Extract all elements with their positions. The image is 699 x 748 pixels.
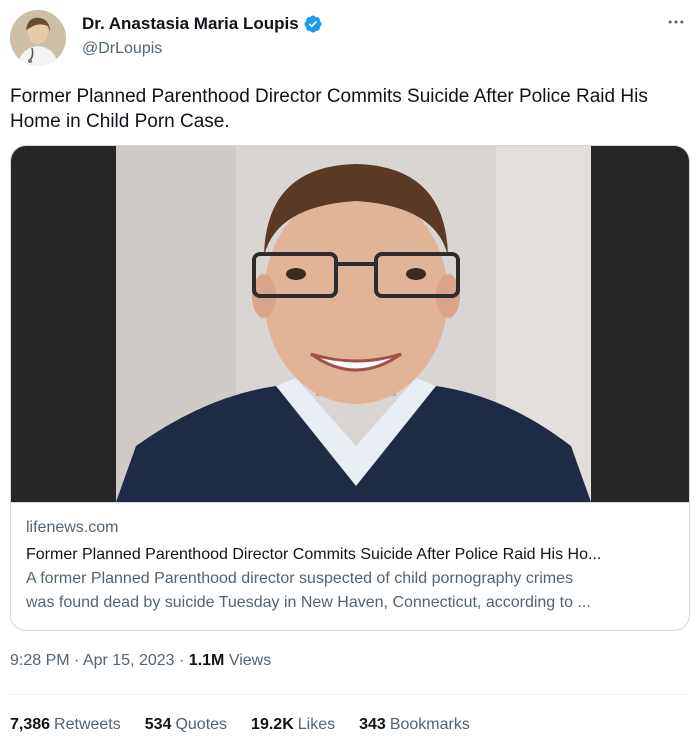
retweets-stat[interactable]: 7,386 Retweets	[10, 716, 121, 734]
likes-label: Likes	[297, 716, 336, 733]
views-label: Views	[228, 652, 272, 669]
views-count: 1.1M	[188, 652, 225, 669]
quotes-label: Quotes	[175, 716, 228, 733]
tweet-time[interactable]: 9:28 PM	[10, 652, 70, 669]
quotes-count: 534	[144, 716, 172, 733]
retweets-count: 7,386	[10, 716, 51, 733]
likes-stat[interactable]: 19.2K Likes	[251, 716, 335, 734]
quotes-stat[interactable]: 534 Quotes	[145, 716, 227, 734]
bookmarks-stat[interactable]: 343 Bookmarks	[359, 716, 470, 734]
handle[interactable]: @DrLoupis	[82, 40, 323, 58]
card-title: Former Planned Parenthood Director Commi…	[26, 546, 602, 563]
likes-count: 19.2K	[251, 716, 294, 733]
card-description: A former Planned Parenthood director sus…	[26, 567, 676, 615]
more-horizontal-icon[interactable]	[664, 10, 688, 34]
meta-separator: ·	[74, 652, 80, 669]
tweet-header: Dr. Anastasia Maria Loupis @DrLoupis	[10, 10, 690, 66]
tweet-stats: 7,386 Retweets 534 Quotes 19.2K Likes 343 Bo…	[10, 716, 494, 734]
card-photo	[116, 146, 591, 502]
verified-badge-icon	[303, 14, 323, 34]
tweet-date[interactable]: Apr 15, 2023	[83, 652, 175, 669]
meta-separator: ·	[179, 652, 185, 669]
bookmarks-label: Bookmarks	[389, 716, 470, 733]
retweets-label: Retweets	[54, 716, 121, 733]
tweet-meta: 9:28 PM · Apr 15, 2023 · 1.1M Views	[10, 652, 271, 670]
link-card[interactable]: lifenews.com Former Planned Parenthood D…	[10, 145, 690, 631]
bookmarks-count: 343	[359, 716, 386, 733]
avatar[interactable]	[10, 10, 66, 66]
tweet-text: Former Planned Parenthood Director Commi…	[10, 86, 648, 132]
avatar-image	[10, 10, 66, 66]
card-image[interactable]	[11, 146, 689, 503]
display-name[interactable]: Dr. Anastasia Maria Loupis	[82, 14, 299, 34]
card-description-line: was found dead by suicide Tuesday in New…	[26, 594, 591, 611]
card-domain: lifenews.com	[26, 519, 119, 536]
card-description-line: A former Planned Parenthood director sus…	[26, 570, 573, 587]
divider	[10, 694, 688, 695]
